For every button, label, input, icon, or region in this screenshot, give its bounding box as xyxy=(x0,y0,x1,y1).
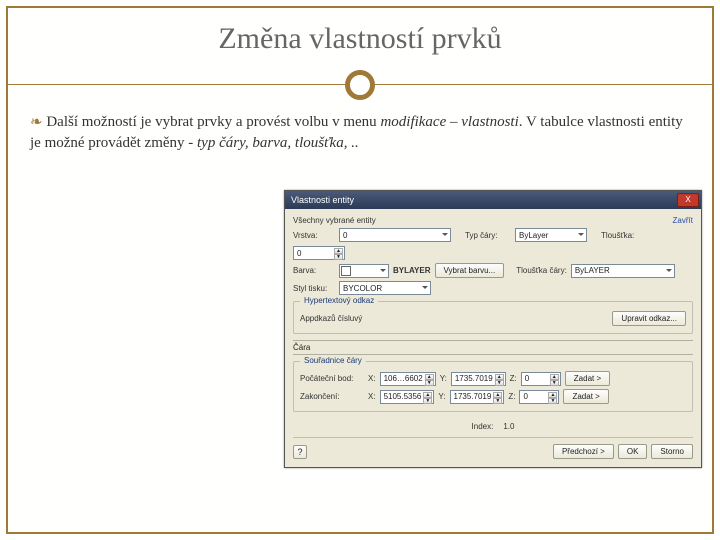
bullet-text-lead: Další možností je vybrat prvky a provést… xyxy=(46,114,380,130)
title-divider xyxy=(0,70,720,100)
page-title: Změna vlastností prvků xyxy=(0,0,720,56)
ring-icon xyxy=(345,70,375,100)
close-icon[interactable]: X xyxy=(677,193,699,207)
end-x-spin[interactable]: 5105.5356▲▼ xyxy=(380,390,435,404)
plotstyle-combo[interactable]: BYCOLOR xyxy=(339,281,431,295)
hyperlink-title: Hypertextový odkaz xyxy=(300,296,378,305)
bullet-text-em2: typ čáry, barva, tloušťka, .. xyxy=(197,135,359,151)
hyperlink-value: Appdkazů čísluvý xyxy=(300,314,362,323)
color-value: BYLAYER xyxy=(393,266,431,275)
index-value: 1.0 xyxy=(503,422,514,431)
close-all-link[interactable]: Zavřít xyxy=(673,216,693,225)
hyperlink-group: Hypertextový odkaz Appdkazů čísluvý Upra… xyxy=(293,301,693,334)
linetype-combo[interactable]: ByLayer xyxy=(515,228,587,242)
line-section-label: Čára xyxy=(293,340,693,355)
linetype-label: Typ čáry: xyxy=(465,231,511,240)
dialog-titlebar[interactable]: Vlastnosti entity X xyxy=(285,191,701,209)
end-set-button[interactable]: Zadat > xyxy=(563,389,608,404)
layer-combo[interactable]: 0 xyxy=(339,228,451,242)
edit-link-button[interactable]: Upravit odkaz... xyxy=(612,311,686,326)
cancel-button[interactable]: Storno xyxy=(651,444,693,459)
start-z-spin[interactable]: 0▲▼ xyxy=(521,372,561,386)
color-swatch-icon xyxy=(341,266,351,276)
bullet-paragraph: ❧ Další možností je vybrat prvky a prové… xyxy=(0,100,720,161)
thickness-spin[interactable]: 0▲▼ xyxy=(293,246,345,260)
end-y-spin[interactable]: 1735.7019▲▼ xyxy=(450,390,505,404)
help-icon[interactable]: ? xyxy=(293,445,307,459)
color-label: Barva: xyxy=(293,266,335,275)
layer-label: Vrstva: xyxy=(293,231,335,240)
lineweight-combo[interactable]: ByLAYER xyxy=(571,264,675,278)
line-coords-title: Souřadnice čáry xyxy=(300,356,366,365)
dialog-title: Vlastnosti entity xyxy=(291,195,354,205)
lineweight-label: Tloušťka čáry: xyxy=(516,266,567,275)
bullet-icon: ❧ xyxy=(30,114,43,130)
bullet-text-em1: modifikace – vlastnosti xyxy=(380,114,518,130)
end-z-spin[interactable]: 0▲▼ xyxy=(519,390,559,404)
properties-dialog: Vlastnosti entity X Všechny vybrané enti… xyxy=(284,190,702,468)
start-x-spin[interactable]: 106…6602▲▼ xyxy=(380,372,436,386)
start-y-spin[interactable]: 1735.7019▲▼ xyxy=(451,372,506,386)
thickness-label: Tloušťka: xyxy=(601,231,643,240)
previous-button[interactable]: Předchozí > xyxy=(553,444,614,459)
startpoint-label: Počáteční bod: xyxy=(300,374,364,383)
ok-button[interactable]: OK xyxy=(618,444,648,459)
select-color-button[interactable]: Vybrat barvu... xyxy=(435,263,505,278)
color-combo[interactable] xyxy=(339,264,389,278)
endpoint-label: Zakončení: xyxy=(300,392,364,401)
all-entities-label: Všechny vybrané entity xyxy=(293,216,376,225)
line-coords-group: Souřadnice čáry Počáteční bod: X: 106…66… xyxy=(293,361,693,412)
start-set-button[interactable]: Zadat > xyxy=(565,371,610,386)
index-label: Index: xyxy=(472,422,494,431)
plotstyle-label: Styl tisku: xyxy=(293,284,335,293)
